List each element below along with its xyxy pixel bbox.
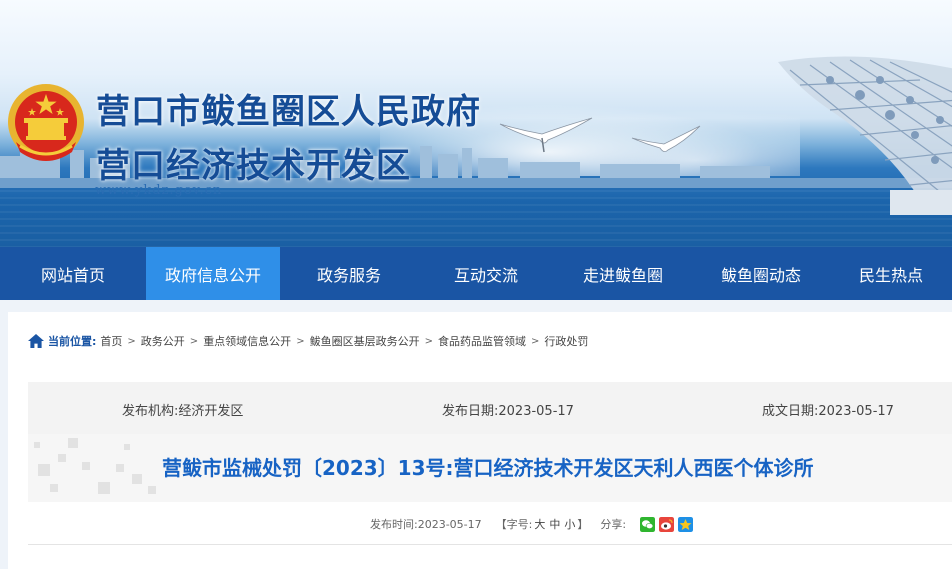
created-date: 成文日期:2023-05-17 xyxy=(762,404,894,419)
sail-structure-image xyxy=(778,56,952,215)
breadcrumb-label: 当前位置: xyxy=(48,335,97,348)
seagull-image xyxy=(499,117,593,153)
breadcrumb-item-penalty[interactable]: 行政处罚 xyxy=(544,333,588,349)
qzone-icon[interactable] xyxy=(678,516,694,532)
nav-item-interaction[interactable]: 互动交流 xyxy=(418,247,554,300)
nav-item-gov-info[interactable]: 政府信息公开 xyxy=(146,247,280,300)
publish-date: 发布日期:2023-05-17 xyxy=(442,404,574,419)
national-emblem-icon xyxy=(8,84,84,161)
site-title-sub: 营口经济技术开发区 xyxy=(96,146,411,186)
weibo-icon[interactable] xyxy=(659,516,675,532)
main-nav: 网站首页 政府信息公开 政务服务 互动交流 走进鲅鱼圈 鲅鱼圈动态 民生热点 xyxy=(0,247,952,300)
site-title-main: 营口市鲅鱼圈区人民政府 xyxy=(96,92,481,132)
font-size-end: 】 xyxy=(577,518,589,531)
header-banner: 营口市鲅鱼圈区人民政府 营口经济技术开发区 www.ykdz.gov.cn xyxy=(0,0,952,247)
article-info-line: 发布时间:2023-05-17 【字号: 大 中 小 】 分享: xyxy=(370,516,694,532)
font-size-medium-button[interactable]: 中 xyxy=(549,516,560,532)
nav-item-about[interactable]: 走进鲅鱼圈 xyxy=(554,247,692,300)
breadcrumb-separator: > xyxy=(127,335,136,347)
breadcrumb-separator: > xyxy=(296,335,305,347)
font-size-small-button[interactable]: 小 xyxy=(564,516,575,532)
home-icon xyxy=(28,334,44,348)
share-label: 分享: xyxy=(600,518,627,531)
site-url: www.ykdz.gov.cn xyxy=(95,183,223,198)
article-title: 营鲅市监械处罚〔2023〕13号:营口经济技术开发区天利人西医个体诊所 xyxy=(162,456,814,480)
content-panel: 当前位置: 首页 > 政务公开 > 重点领域信息公开 > 鲅鱼圈区基层政务公开 … xyxy=(8,312,952,569)
nav-item-news[interactable]: 鲅鱼圈动态 xyxy=(692,247,830,300)
breadcrumb-item-district[interactable]: 鲅鱼圈区基层政务公开 xyxy=(310,333,420,349)
font-size-large-button[interactable]: 大 xyxy=(534,516,545,532)
wechat-icon[interactable] xyxy=(640,516,656,532)
publisher: 发布机构:经济开发区 xyxy=(122,404,244,419)
breadcrumb-item-food-drug[interactable]: 食品药品监管领域 xyxy=(438,333,526,349)
breadcrumb-item-key-areas[interactable]: 重点领域信息公开 xyxy=(203,333,291,349)
breadcrumb-item-gov-affairs[interactable]: 政务公开 xyxy=(141,333,185,349)
headline-area: 营鲅市监械处罚〔2023〕13号:营口经济技术开发区天利人西医个体诊所 xyxy=(28,434,952,502)
breadcrumb-separator: > xyxy=(189,335,199,347)
seagull-image xyxy=(631,125,701,152)
font-size-label: 【字号: xyxy=(495,518,533,531)
nav-item-hotspots[interactable]: 民生热点 xyxy=(830,247,952,300)
breadcrumb-separator: > xyxy=(530,335,540,347)
divider xyxy=(28,544,952,545)
breadcrumb-item-home[interactable]: 首页 xyxy=(100,333,122,349)
article-meta-bar: 发布机构:经济开发区 发布日期:2023-05-17 成文日期:2023-05-… xyxy=(28,382,952,434)
nav-item-services[interactable]: 政务服务 xyxy=(280,247,418,300)
publish-time: 发布时间:2023-05-17 xyxy=(370,518,482,531)
breadcrumb-separator: > xyxy=(424,335,433,347)
nav-item-home[interactable]: 网站首页 xyxy=(0,247,146,300)
breadcrumb: 当前位置: 首页 > 政务公开 > 重点领域信息公开 > 鲅鱼圈区基层政务公开 … xyxy=(28,332,588,350)
